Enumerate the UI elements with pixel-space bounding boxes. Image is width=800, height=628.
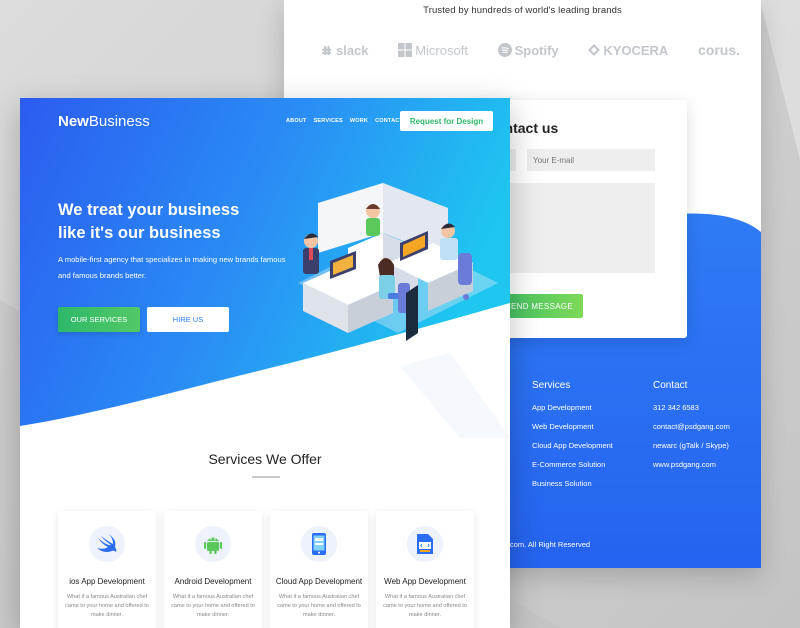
footer-link[interactable]: Cloud App Development (532, 441, 613, 450)
web-code-icon (407, 526, 443, 562)
service-desc: What if a famous Australian chef came to… (277, 594, 361, 618)
logo-bold: New (58, 113, 89, 130)
services-cards: ios App Development What if a famous Aus… (58, 511, 474, 628)
front-page-mockup: NewBusiness ABOUT SERVICES WORK CONTACT … (20, 98, 510, 628)
footer-contact-column: Contact 312 342 6583 contact@psdgang.com… (653, 380, 730, 479)
request-design-button[interactable]: Request for Design (400, 111, 493, 131)
footer-skype: newarc (gTalk / Skype) (653, 441, 729, 450)
service-card-android[interactable]: Android Development What if a famous Aus… (164, 511, 262, 628)
service-title: Cloud App Development (275, 577, 363, 586)
hero-subheadline: A mobile-first agency that specializes i… (58, 255, 286, 280)
swift-icon (89, 526, 125, 562)
title-underline (252, 476, 280, 478)
copyright-text: com. All Right Reserved (510, 540, 591, 549)
service-desc: What if a famous Australian chef came to… (383, 594, 467, 618)
logo-rest: Business (88, 113, 150, 130)
headline-line-2: like it's our business (58, 224, 221, 242)
main-nav: ABOUT SERVICES WORK CONTACT (286, 118, 403, 124)
footer-email[interactable]: contact@psdgang.com (653, 422, 730, 431)
footer-website[interactable]: www.psdgang.com (653, 460, 730, 469)
footer-contact-heading: Contact (653, 380, 688, 391)
footer-link[interactable]: App Development (532, 403, 613, 412)
hero-headline: We treat your business like it's our bus… (58, 199, 288, 245)
footer-phone: 312 342 6583 (653, 403, 699, 412)
office-illustration (298, 183, 498, 341)
service-title: Web App Development (384, 577, 466, 586)
footer-services-heading: Services (532, 380, 571, 391)
footer-link[interactable]: Business Solution (532, 479, 613, 488)
nav-contact[interactable]: CONTACT (375, 118, 403, 124)
mobile-app-icon (301, 526, 337, 562)
services-section-title: Services We Offer (208, 451, 322, 467)
service-card-ios[interactable]: ios App Development What if a famous Aus… (58, 511, 156, 628)
service-title: Android Development (174, 577, 252, 586)
our-services-button[interactable]: OUR SERVICES (58, 307, 140, 332)
service-desc: What if a famous Australian chef came to… (171, 594, 255, 618)
service-card-cloud[interactable]: Cloud App Development What if a famous A… (270, 511, 368, 628)
nav-work[interactable]: WORK (350, 118, 368, 124)
service-title: ios App Development (69, 577, 145, 586)
footer-link[interactable]: E-Commerce Solution (532, 460, 613, 469)
site-logo[interactable]: NewBusiness (58, 113, 150, 130)
android-icon (195, 526, 231, 562)
footer-services-column: Services App Development Web Development… (532, 380, 613, 498)
email-field[interactable] (527, 149, 655, 171)
nav-about[interactable]: ABOUT (286, 118, 307, 124)
service-card-web[interactable]: Web App Development What if a famous Aus… (376, 511, 474, 628)
headline-line-1: We treat your business (58, 201, 240, 219)
hire-us-button[interactable]: HIRE US (147, 307, 229, 332)
footer-link[interactable]: Web Development (532, 422, 613, 431)
nav-services[interactable]: SERVICES (314, 118, 343, 124)
service-desc: What if a famous Australian chef came to… (65, 594, 149, 618)
